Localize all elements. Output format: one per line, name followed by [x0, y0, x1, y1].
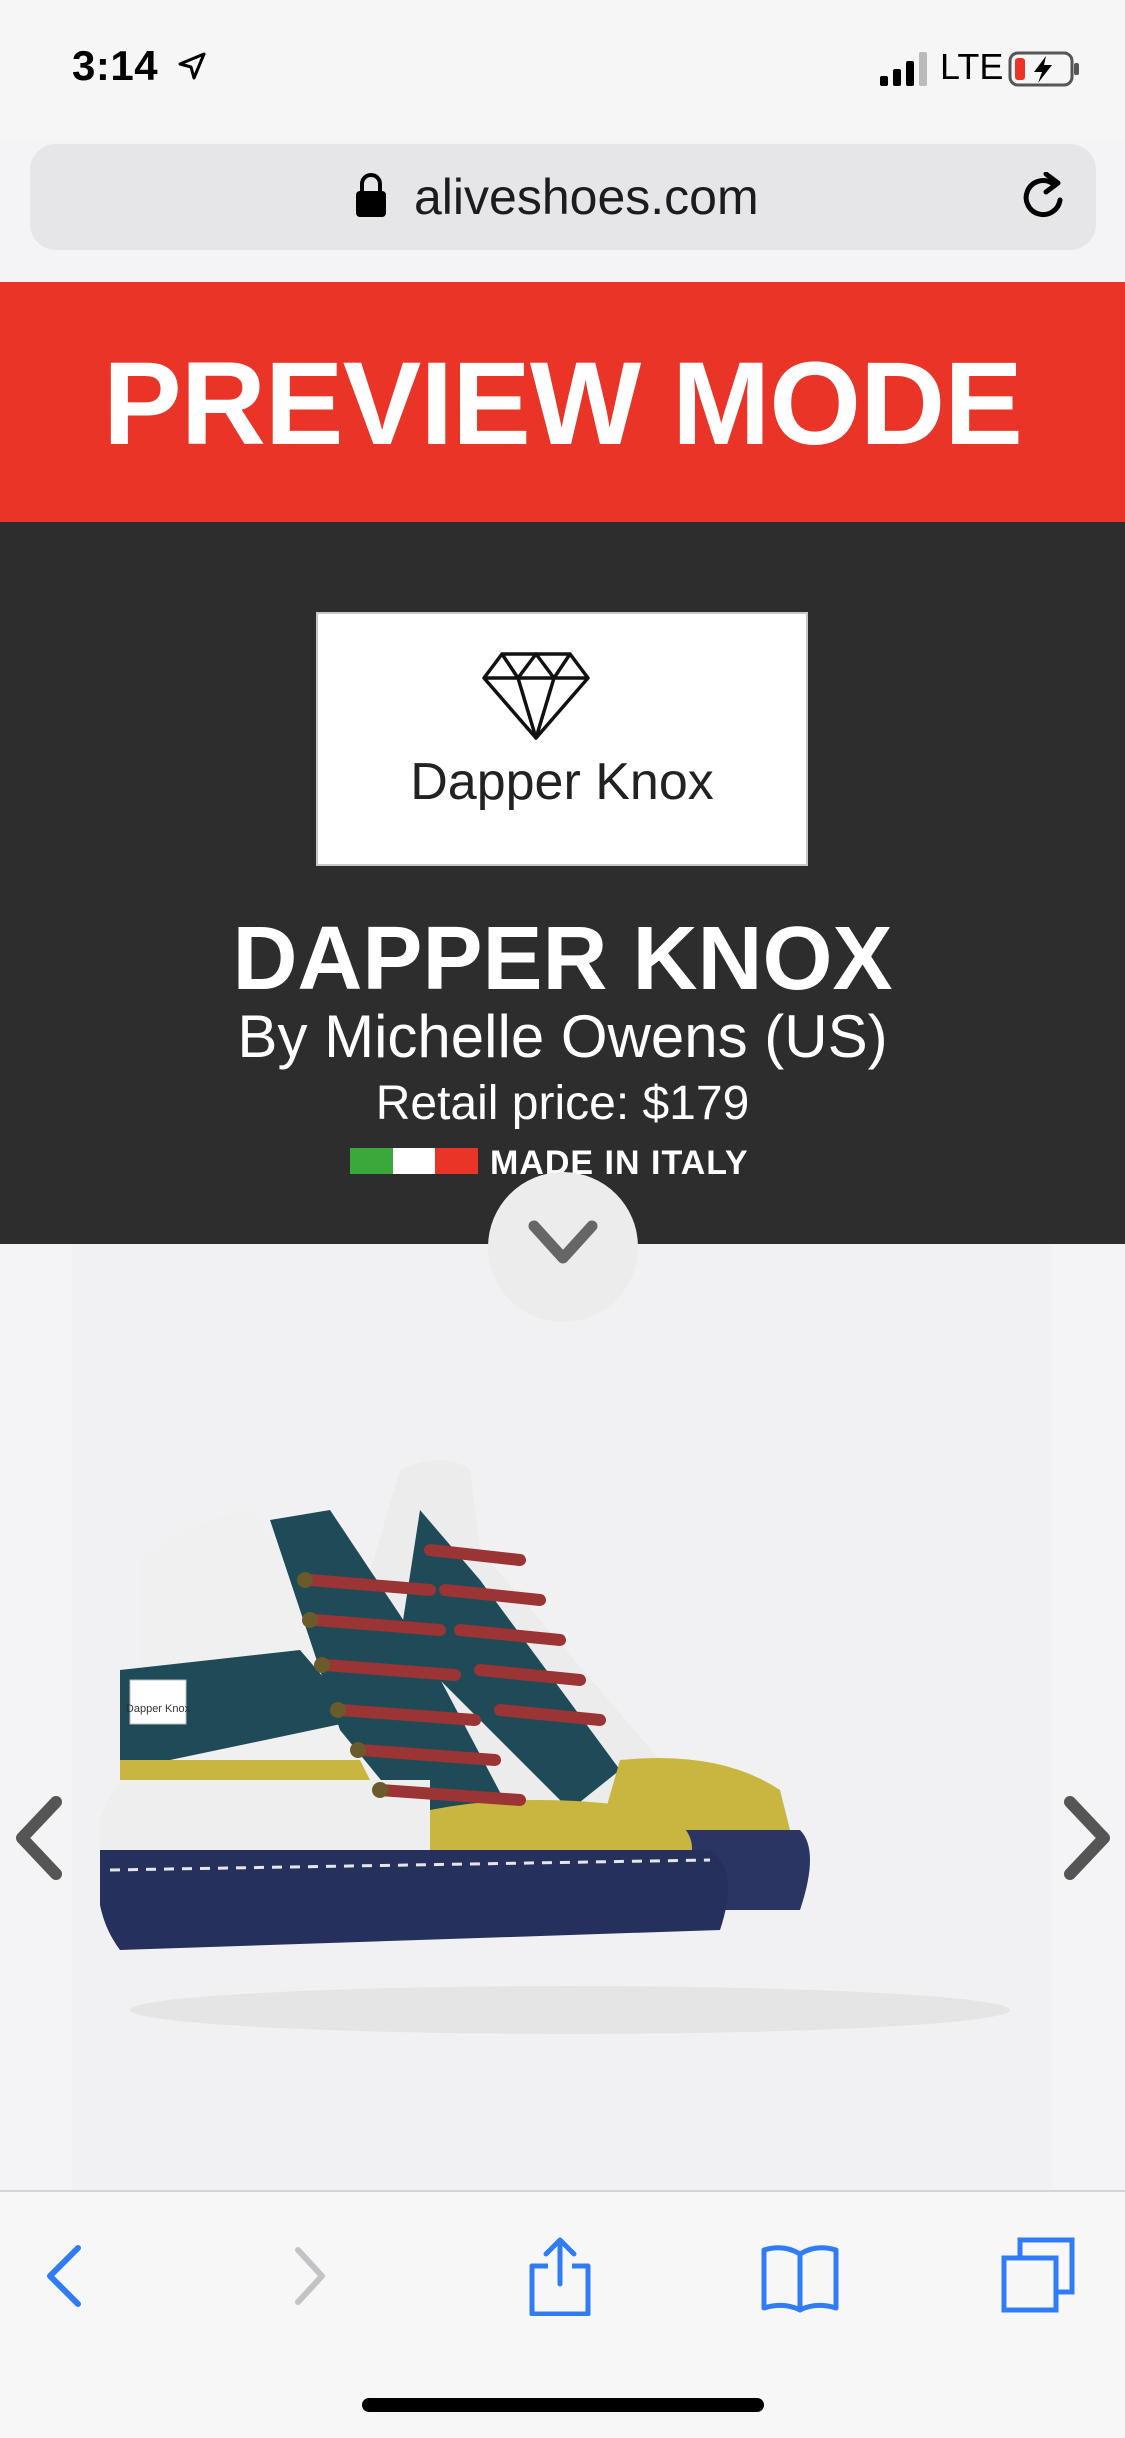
location-arrow-icon	[178, 52, 206, 80]
shoe-logo-tag: Dapper Knox	[126, 1703, 191, 1715]
designer-name: By Michelle Owens (US)	[237, 1003, 888, 1070]
chevron-left-icon[interactable]	[8, 1790, 68, 1886]
bookmarks-icon[interactable]	[760, 2236, 840, 2316]
home-indicator[interactable]	[362, 2398, 764, 2412]
forward-icon[interactable]	[270, 2236, 350, 2316]
back-icon[interactable]	[26, 2236, 106, 2316]
status-time: 3:14	[72, 42, 159, 89]
made-in-label: MADE IN ITALY	[490, 1144, 749, 1182]
url-text[interactable]: aliveshoes.com	[414, 168, 759, 226]
preview-mode-title: PREVIEW MODE	[103, 338, 1023, 470]
signal-icon	[880, 52, 927, 86]
lock-icon	[356, 173, 386, 217]
carrier-label: LTE	[940, 46, 1004, 87]
chevron-down-icon	[528, 1220, 598, 1264]
reload-icon[interactable]	[1018, 172, 1070, 224]
diamond-icon	[482, 652, 590, 740]
logo-wordmark: Dapper Knox	[410, 753, 714, 811]
share-icon[interactable]	[520, 2236, 600, 2316]
product-title: DAPPER KNOX	[232, 909, 893, 1009]
retail-price: Retail price: $179	[375, 1077, 750, 1130]
italy-flag-icon	[350, 1148, 479, 1174]
scroll-down-button[interactable]	[488, 1172, 638, 1322]
battery-charging-icon	[1008, 51, 1079, 87]
tabs-icon[interactable]	[998, 2236, 1078, 2316]
chevron-right-icon[interactable]	[1058, 1790, 1118, 1886]
shoe-product-image[interactable]: Dapper Knox	[100, 1430, 1040, 2050]
